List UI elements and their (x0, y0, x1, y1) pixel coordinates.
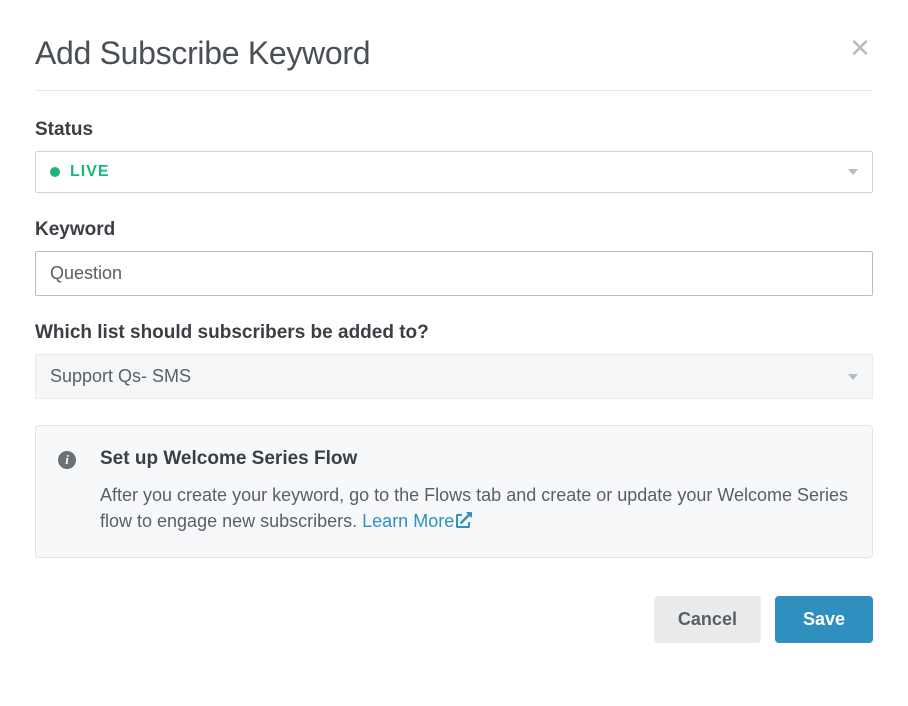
info-box: i Set up Welcome Series Flow After you c… (35, 425, 873, 558)
info-icon: i (58, 451, 76, 469)
external-link-icon (456, 509, 472, 535)
modal-footer: Cancel Save (35, 596, 873, 643)
status-text: LIVE (70, 163, 110, 181)
status-value-wrap: LIVE (50, 163, 110, 181)
learn-more-text: Learn More (362, 511, 454, 531)
list-field: Which list should subscribers be added t… (35, 322, 873, 399)
keyword-label: Keyword (35, 219, 873, 241)
keyword-input[interactable] (35, 251, 873, 296)
chevron-down-icon (848, 169, 858, 175)
info-body-text: After you create your keyword, go to the… (100, 485, 848, 531)
modal-title: Add Subscribe Keyword (35, 35, 370, 72)
modal-header: Add Subscribe Keyword ✕ (35, 35, 873, 91)
learn-more-link[interactable]: Learn More (362, 511, 472, 531)
cancel-button[interactable]: Cancel (654, 596, 761, 643)
chevron-down-icon (848, 374, 858, 380)
list-selected-value: Support Qs- SMS (50, 366, 191, 387)
keyword-field: Keyword (35, 219, 873, 296)
info-body: After you create your keyword, go to the… (100, 482, 850, 535)
status-field: Status LIVE (35, 119, 873, 193)
status-dot-icon (50, 167, 60, 177)
list-select[interactable]: Support Qs- SMS (35, 354, 873, 399)
status-select[interactable]: LIVE (35, 151, 873, 193)
close-icon[interactable]: ✕ (847, 35, 873, 61)
save-button[interactable]: Save (775, 596, 873, 643)
status-label: Status (35, 119, 873, 141)
info-content: Set up Welcome Series Flow After you cre… (100, 448, 850, 535)
list-label: Which list should subscribers be added t… (35, 322, 873, 344)
info-title: Set up Welcome Series Flow (100, 448, 850, 470)
